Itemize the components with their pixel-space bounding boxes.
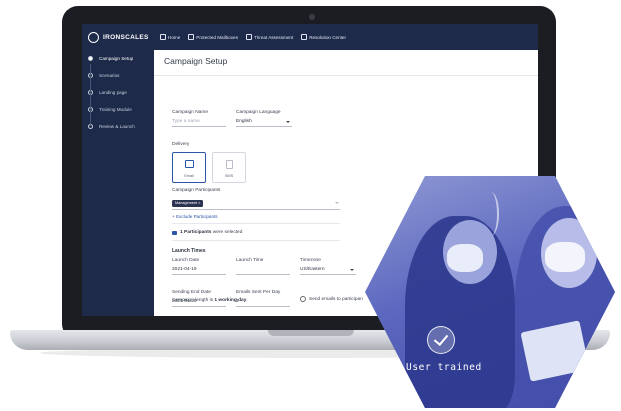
top-bar: IRONSCALES Home Protected Mailboxes Thre… [82,24,538,50]
step-review-launch[interactable]: Review & Launch [88,118,154,135]
step-training-module[interactable]: Training Module [88,101,154,118]
launch-times-heading: Launch Times [172,248,206,254]
face-mask [447,244,483,272]
step-connector [90,64,91,126]
launch-date-input[interactable]: 2021-04-19 [172,267,197,272]
timezone-label: Timezone [300,258,321,263]
step-label: Scenarios [99,73,120,78]
nav-home[interactable]: Home [160,34,180,40]
step-label: Review & Launch [99,124,135,129]
step-label: Landing page [99,90,127,95]
selected-summary: 1 Participants were selected [180,230,242,235]
check-circle-icon [427,326,455,354]
step-scenarios[interactable]: Scenarios [88,67,154,84]
chevron-down-icon[interactable] [350,269,354,271]
home-icon [160,34,166,40]
exclude-participants-link[interactable]: + Exclude Participants [172,214,218,219]
participants-underline [172,209,340,210]
chevron-down-icon[interactable] [335,202,339,204]
tablet-device [520,320,590,382]
nav-protected-mailboxes-label: Protected Mailboxes [196,34,238,40]
user-trained-caption: User trained [406,362,482,373]
selected-suffix: were selected [211,230,243,235]
flag-icon [301,34,308,40]
nav-threat-assessment[interactable]: Threat Assessment [245,34,294,40]
nav-home-label: Home [168,34,181,40]
participants-icon [172,231,177,235]
send-emails-label: Send emails to participan [309,297,363,302]
launch-date-label: Launch Date [172,258,200,263]
check-icon [433,330,449,347]
launch-time-label: Launch Time [236,258,264,263]
language-underline [236,126,292,127]
length-suffix: . [246,298,248,303]
sending-end-label: Sending End Date [172,290,211,295]
delivery-sms-label: SMS [224,174,234,178]
language-label: Campaign Language [236,110,281,115]
delivery-sms-option[interactable]: SMS [212,152,246,183]
length-prefix: Campaign length is [172,298,215,303]
nav-resolution-center[interactable]: Resolution Center [301,34,346,40]
length-value: 1 working day [214,298,247,303]
send-emails-checkbox[interactable] [300,296,306,302]
wizard-sidebar: Campaign Setup Scenarios Landing page Tr… [82,50,154,316]
campaign-name-underline [172,126,226,127]
campaign-name-label: Campaign Name [172,110,208,115]
participants-label: Campaign Participants [172,188,221,193]
camera-dot [309,14,315,20]
divider [172,223,340,224]
sending-end-underline [172,306,226,307]
divider [172,240,340,241]
shield-icon [245,34,252,40]
step-landing-page[interactable]: Landing page [88,84,154,101]
step-dot-icon [88,56,93,61]
delivery-label: Delivery [172,142,190,147]
laptop-notch [268,330,354,336]
chevron-down-icon[interactable] [286,121,290,123]
step-label: Campaign Setup [99,56,134,61]
language-select[interactable]: English [236,119,252,124]
nav-threat-assessment-label: Threat Assessment [253,34,294,40]
nav-resolution-center-label: Resolution Center [309,34,346,40]
participant-chip[interactable]: Management × [172,200,204,207]
launch-time-input[interactable] [236,274,290,275]
delivery-email-label: Email [184,174,194,178]
delivery-email-option[interactable]: Email [172,152,206,183]
envelope-icon [185,160,194,168]
step-campaign-setup[interactable]: Campaign Setup [88,50,154,67]
face-mask [545,242,585,272]
selected-count: 1 Participants [180,230,212,235]
main-nav: Home Protected Mailboxes Threat Assessme… [160,34,346,40]
mailbox-icon [188,34,195,40]
step-label: Training Module [99,107,132,112]
campaign-length-text: Campaign length is 1 working day. [172,298,248,303]
nav-protected-mailboxes[interactable]: Protected Mailboxes [188,34,238,40]
brand-name: IRONSCALES [103,33,149,41]
timezone-select[interactable]: US/Eastern [300,267,325,272]
launch-date-underline [172,274,226,275]
sms-icon [226,160,233,169]
timezone-underline [300,274,356,275]
emails-per-day-label: Emails Sent Per Day [236,290,281,295]
logo-icon [88,31,99,43]
decorative-arc [483,192,499,236]
emails-per-day-underline [236,306,290,307]
brand-logo[interactable]: IRONSCALES [88,31,156,43]
title-divider [154,75,538,76]
page-title: Campaign Setup [164,56,228,66]
campaign-name-input[interactable]: Type a name [172,119,200,124]
